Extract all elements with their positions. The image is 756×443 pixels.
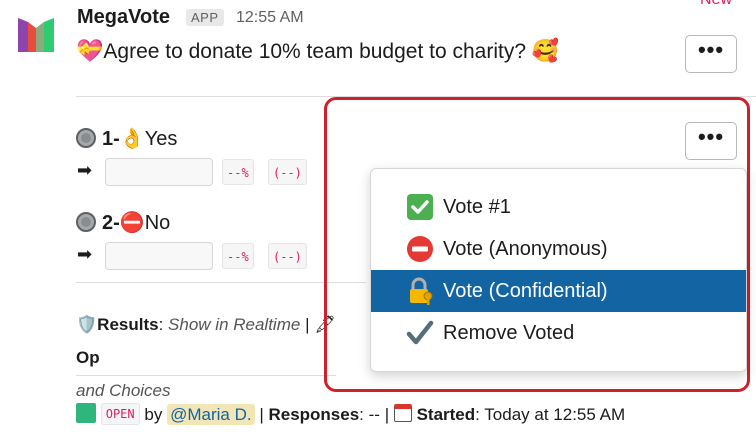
menu-item-label: Vote (Confidential) — [443, 279, 608, 302]
check-mark-button-icon — [405, 192, 435, 222]
responses-value: -- — [368, 405, 380, 424]
voters-field — [105, 242, 213, 270]
ok-hand-icon: 👌 — [119, 128, 145, 150]
poll-settings: 🛡️Results: Show in Realtime | 🖋Op and Ch… — [76, 315, 336, 400]
menu-item-remove-voted[interactable]: Remove Voted — [371, 312, 746, 354]
no-entry-icon — [405, 234, 435, 264]
heart-gift-icon: 💝 — [76, 38, 104, 63]
menu-item-label: Vote (Anonymous) — [443, 237, 608, 260]
message-more-button[interactable]: ••• — [685, 35, 737, 73]
calendar-icon — [393, 404, 412, 422]
new-messages-label: New — [700, 0, 732, 9]
menu-item-label: Vote #1 — [443, 195, 511, 218]
radio-button-icon — [76, 212, 96, 232]
shield-icon: 🛡️ — [76, 315, 98, 334]
check-mark-icon — [405, 318, 435, 348]
menu-item-vote[interactable]: Vote #1 — [371, 186, 746, 228]
right-arrow-icon: ➡ — [77, 160, 93, 180]
started-value: Today at 12:55 AM — [484, 405, 626, 424]
vote-options-menu: Vote #1 Vote (Anonymous) Vote (Confident… — [370, 168, 747, 372]
poll-question-text: Agree to donate 10% team budget to chari… — [103, 40, 527, 63]
poll-question: 💝Agree to donate 10% team budget to char… — [76, 38, 559, 64]
option-label: Yes — [144, 128, 178, 150]
settings-wrapped-text: and Choices — [76, 381, 171, 400]
megavote-logo — [18, 18, 54, 52]
separator: | — [384, 405, 390, 424]
option-number: 1- — [102, 128, 120, 150]
smiling-face-hearts-icon: 🥰 — [531, 38, 560, 63]
separator: | — [305, 315, 310, 334]
count-badge: (--) — [268, 159, 307, 185]
option-1-line: 1-👌Yes — [76, 126, 177, 151]
separator: | — [259, 405, 264, 424]
results-value: Show in Realtime — [168, 315, 301, 334]
count-badge: (--) — [268, 243, 307, 269]
percent-badge: --% — [222, 243, 254, 269]
started-label: Started — [416, 405, 476, 424]
option-number: 2- — [102, 212, 120, 234]
menu-item-vote-anonymous[interactable]: Vote (Anonymous) — [371, 228, 746, 270]
radio-button-icon — [76, 128, 96, 148]
author-mention[interactable]: @Maria D. — [167, 404, 255, 425]
menu-item-label: Remove Voted — [443, 321, 575, 344]
option-2-line: 2-⛔No — [76, 210, 170, 235]
divider — [76, 375, 336, 376]
poll-footer: OPEN by @Maria D. | Responses: -- | Star… — [76, 403, 625, 425]
timestamp[interactable]: 12:55 AM — [236, 9, 304, 27]
right-arrow-icon: ➡ — [77, 244, 93, 264]
results-label: Results — [97, 315, 159, 334]
no-entry-icon: ⛔ — [119, 212, 145, 234]
app-badge: APP — [186, 9, 224, 26]
divider — [76, 282, 366, 283]
percent-badge: --% — [222, 159, 254, 185]
menu-item-vote-confidential[interactable]: Vote (Confidential) — [371, 270, 746, 312]
truncated-setting: Op — [76, 348, 100, 367]
voters-field — [105, 158, 213, 186]
app-name[interactable]: MegaVote — [77, 6, 170, 29]
by-label: by — [144, 405, 163, 424]
status-badge: OPEN — [100, 403, 140, 425]
option-label: No — [144, 212, 171, 234]
green-square-icon — [76, 403, 96, 423]
responses-label: Responses — [268, 405, 360, 424]
locked-with-key-icon — [405, 276, 435, 306]
